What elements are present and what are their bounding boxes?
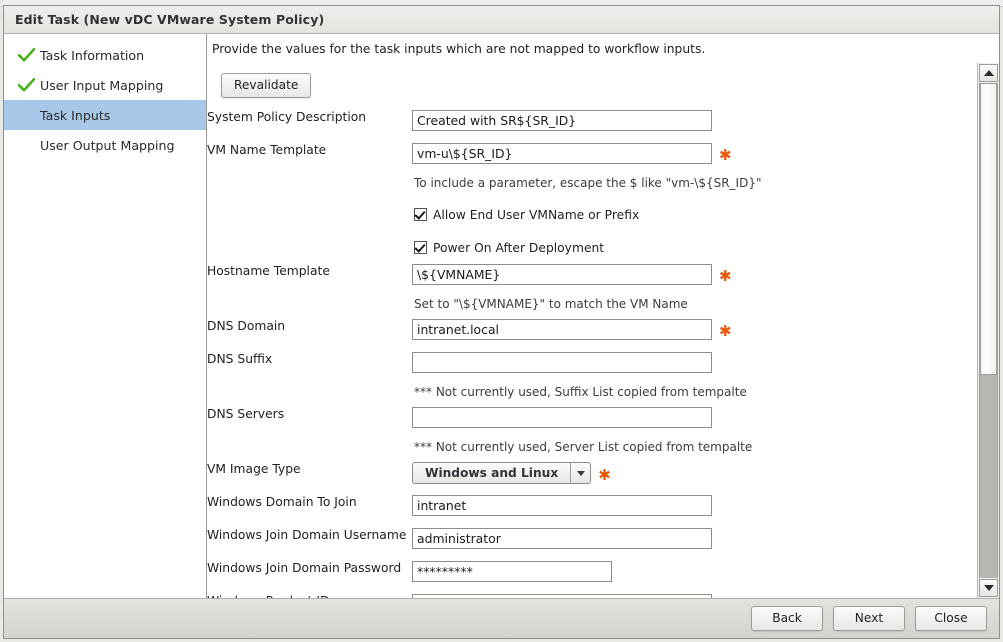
field-hint: *** Not currently used, Server List copi…: [414, 440, 753, 454]
dns-domain-input[interactable]: [412, 319, 712, 340]
scrollbar-thumb[interactable]: [980, 83, 997, 376]
instruction-text: Provide the values for the task inputs w…: [207, 34, 999, 63]
sidebar-item-label: Task Information: [40, 47, 145, 63]
back-button[interactable]: Back: [751, 606, 823, 631]
field-row-dns-servers: DNS Servers: [207, 407, 761, 440]
field-row-system-policy-description: System Policy Description: [207, 110, 761, 143]
field-label: Hostname Template: [207, 264, 330, 278]
sidebar-item-label: User Input Mapping: [40, 77, 164, 93]
field-label: DNS Domain: [207, 319, 286, 333]
wizard-sidebar: Task Information User Input Mapping Task…: [4, 34, 207, 598]
dialog-title: Edit Task (New vDC VMware System Policy): [15, 12, 325, 27]
form-area: Revalidate System Policy Description Cre…: [207, 63, 999, 598]
edit-task-dialog: Edit Task (New vDC VMware System Policy)…: [3, 5, 1000, 639]
allow-end-user-vmname-checkbox-row[interactable]: Allow End User VMName or Prefix: [412, 198, 761, 231]
sidebar-item-label: Task Inputs: [40, 107, 111, 123]
field-row-hostname-template: Hostname Template ✱: [207, 264, 761, 297]
field-label: DNS Servers: [207, 407, 285, 421]
field-row-dns-domain: DNS Domain ✱: [207, 319, 761, 352]
form-scroll-region: Revalidate System Policy Description Cre…: [207, 63, 977, 598]
system-policy-description-input[interactable]: [412, 110, 712, 131]
required-asterisk: ✱: [598, 465, 611, 484]
allow-end-user-vmname-checkbox[interactable]: [414, 208, 427, 221]
field-hint: To include a parameter, escape the $ lik…: [414, 176, 762, 190]
field-label: Windows Join Domain Password: [207, 561, 402, 575]
revalidate-row: Revalidate: [207, 63, 977, 110]
power-on-after-deployment-checkbox[interactable]: [414, 241, 427, 254]
scroll-up-arrow-icon[interactable]: [979, 64, 998, 82]
required-asterisk: ✱: [719, 322, 732, 340]
dns-suffix-input[interactable]: [412, 352, 712, 373]
hostname-template-input[interactable]: [412, 264, 712, 285]
scroll-down-arrow-icon[interactable]: [979, 579, 998, 597]
vm-image-type-value: Windows and Linux: [425, 466, 559, 480]
required-asterisk: ✱: [719, 146, 732, 164]
check-icon: [18, 48, 40, 62]
field-row-power-on-after-deployment: Power On After Deployment: [207, 231, 761, 264]
field-row-windows-domain-to-join: Windows Domain To Join: [207, 495, 761, 528]
task-inputs-form: System Policy Description VM Name Templa…: [207, 110, 761, 598]
dns-servers-input[interactable]: [412, 407, 712, 428]
power-on-after-deployment-checkbox-row[interactable]: Power On After Deployment: [412, 231, 761, 264]
vertical-scrollbar[interactable]: [977, 63, 999, 598]
hint-row-hostname-template: Set to "\${VMNAME}" to match the VM Name: [207, 297, 761, 319]
field-hint: Set to "\${VMNAME}" to match the VM Name: [414, 297, 688, 311]
sidebar-item-label: User Output Mapping: [40, 137, 175, 153]
hint-row-dns-servers: *** Not currently used, Server List copi…: [207, 440, 761, 462]
field-row-allow-end-user-vmname: Allow End User VMName or Prefix: [207, 198, 761, 231]
hint-row-vm-name-template: To include a parameter, escape the $ lik…: [207, 176, 761, 198]
windows-join-domain-password-input[interactable]: [412, 561, 612, 582]
chevron-down-icon[interactable]: [570, 463, 590, 483]
windows-join-domain-username-input[interactable]: [412, 528, 712, 549]
dialog-footer: Back Next Close: [4, 598, 999, 638]
field-hint: *** Not currently used, Suffix List copi…: [414, 385, 747, 399]
field-label: VM Image Type: [207, 462, 301, 476]
dialog-titlebar: Edit Task (New vDC VMware System Policy): [4, 6, 999, 34]
windows-product-id-input[interactable]: [412, 594, 712, 598]
field-label: Windows Product ID: [207, 594, 412, 598]
field-row-windows-join-domain-username: Windows Join Domain Username: [207, 528, 761, 561]
field-label: VM Name Template: [207, 143, 327, 157]
field-row-windows-product-id: Windows Product ID: [207, 594, 761, 598]
field-label: Windows Domain To Join: [207, 495, 357, 509]
sidebar-item-task-inputs[interactable]: Task Inputs: [4, 100, 206, 130]
revalidate-button[interactable]: Revalidate: [221, 73, 312, 98]
vm-image-type-select[interactable]: Windows and Linux: [412, 462, 592, 484]
field-label: DNS Suffix: [207, 352, 273, 366]
field-label: Windows Join Domain Username: [207, 528, 407, 542]
hint-row-dns-suffix: *** Not currently used, Suffix List copi…: [207, 385, 761, 407]
sidebar-item-user-input-mapping[interactable]: User Input Mapping: [4, 70, 206, 100]
sidebar-item-task-information[interactable]: Task Information: [4, 40, 206, 70]
vm-name-template-input[interactable]: [412, 143, 712, 164]
check-icon: [18, 78, 40, 92]
checkbox-label: Power On After Deployment: [433, 240, 605, 255]
field-row-dns-suffix: DNS Suffix: [207, 352, 761, 385]
close-button[interactable]: Close: [915, 606, 987, 631]
field-row-windows-join-domain-password: Windows Join Domain Password: [207, 561, 761, 594]
scrollbar-track[interactable]: [979, 83, 998, 578]
sidebar-item-user-output-mapping[interactable]: User Output Mapping: [4, 130, 206, 160]
field-label: System Policy Description: [207, 110, 367, 124]
dialog-body: Task Information User Input Mapping Task…: [4, 34, 999, 598]
field-row-vm-name-template: VM Name Template ✱: [207, 143, 761, 176]
main-panel: Provide the values for the task inputs w…: [207, 34, 999, 598]
windows-domain-to-join-input[interactable]: [412, 495, 712, 516]
required-asterisk: ✱: [719, 267, 732, 285]
next-button[interactable]: Next: [833, 606, 905, 631]
field-row-vm-image-type: VM Image Type Windows and Linux ✱: [207, 462, 761, 495]
checkbox-label: Allow End User VMName or Prefix: [433, 207, 640, 222]
